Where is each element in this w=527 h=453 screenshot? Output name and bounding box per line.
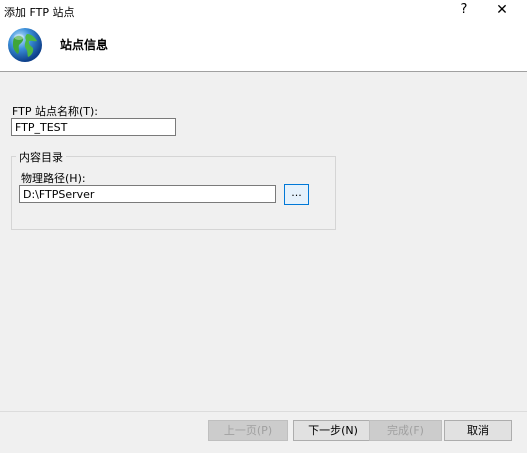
page-title: 站点信息 [60,38,109,52]
globe-icon [8,28,42,62]
next-button[interactable]: 下一步(N) [293,420,373,441]
title-bar: 添加 FTP 站点 ? ✕ [0,0,527,21]
wizard-header: 站点信息 [0,21,527,72]
close-button[interactable]: ✕ [493,1,511,19]
site-name-label: FTP 站点名称(T): [12,105,98,118]
footer-divider [0,411,527,412]
finish-button[interactable]: 完成(F) [369,420,442,441]
content-directory-title: 内容目录 [16,149,66,165]
cancel-button[interactable]: 取消 [444,420,512,441]
window-title: 添加 FTP 站点 [4,6,75,19]
site-name-input[interactable] [11,118,176,136]
help-button[interactable]: ? [456,1,472,19]
browse-button[interactable]: ... [284,184,309,205]
previous-button[interactable]: 上一页(P) [208,420,288,441]
physical-path-label: 物理路径(H): [21,172,86,185]
physical-path-input[interactable] [19,185,276,203]
